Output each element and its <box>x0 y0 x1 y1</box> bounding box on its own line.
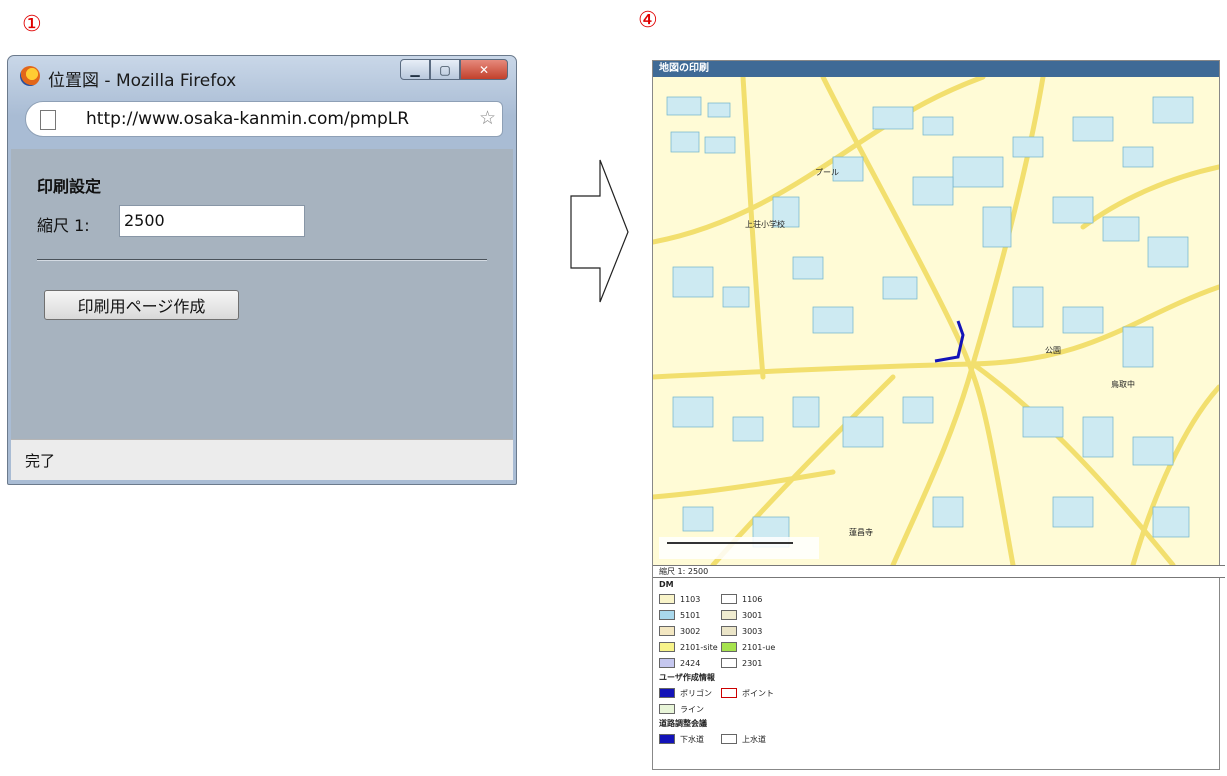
legend-item: 2424 <box>659 658 721 668</box>
maximize-icon: ▢ <box>439 62 451 77</box>
legend-swatch <box>659 610 675 620</box>
divider <box>37 259 487 261</box>
map-view[interactable]: プール 上荘小学校 公園 鳥取中 蓮昌寺 <box>653 77 1219 565</box>
legend-label: 2301 <box>742 658 763 668</box>
legend-label: 3002 <box>680 626 701 636</box>
legend-swatch <box>659 734 675 744</box>
legend-label: 1106 <box>742 594 763 604</box>
legend-item: 3003 <box>721 626 783 636</box>
legend-swatch <box>659 688 675 698</box>
map-label-temple: 蓮昌寺 <box>849 527 873 537</box>
legend-label: 3001 <box>742 610 763 620</box>
legend-item: 下水道 <box>659 734 721 745</box>
print-page-title: 地図の印刷 <box>653 61 1219 77</box>
step-marker-1: ① <box>22 12 42 37</box>
legend-swatch <box>721 610 737 620</box>
legend-item: 2101-site <box>659 642 721 652</box>
legend-header-road: 道路調整会議 <box>659 719 707 728</box>
legend-swatch <box>659 658 675 668</box>
map-label-middle-school: 鳥取中 <box>1111 379 1135 389</box>
legend-swatch <box>721 734 737 744</box>
legend-label: ポリゴン <box>680 688 712 698</box>
legend-label: 5101 <box>680 610 701 620</box>
scale-input[interactable]: 2500 <box>119 205 305 237</box>
legend-swatch <box>659 704 675 714</box>
legend-item: ライン <box>659 704 721 715</box>
legend-header-user: ユーザ作成情報 <box>659 673 715 682</box>
minimize-icon: ▁ <box>410 62 420 77</box>
legend-label: ポイント <box>742 688 774 698</box>
window-controls: ▁ ▢ ✕ <box>400 59 508 81</box>
legend-item: ポリゴン <box>659 688 721 699</box>
window-title: 位置図 - Mozilla Firefox <box>48 71 237 91</box>
scale-label: 縮尺 1: <box>37 216 90 235</box>
map-legend: DM 1103 1106 5101 3001 3002 3003 2101-si… <box>659 579 783 747</box>
legend-label: 3003 <box>742 626 763 636</box>
page-content: 印刷設定 縮尺 1: 2500 印刷用ページ作成 <box>11 149 513 439</box>
legend-swatch <box>721 688 737 698</box>
legend-item: 上水道 <box>721 734 783 745</box>
legend-label: 2101-site <box>680 642 718 652</box>
minimize-button[interactable]: ▁ <box>400 59 430 80</box>
bookmark-star-icon[interactable]: ☆ <box>479 107 496 129</box>
legend-item: 3001 <box>721 610 783 620</box>
print-scale-text: 縮尺 1: 2500 <box>653 565 1225 578</box>
print-settings-heading: 印刷設定 <box>37 177 102 196</box>
page-icon <box>40 110 56 130</box>
url-text[interactable]: http://www.osaka-kanmin.com/pmpLR <box>86 109 481 129</box>
legend-item: 2301 <box>721 658 783 668</box>
map-label-school: 上荘小学校 <box>745 219 785 229</box>
legend-label: 2101-ue <box>742 642 776 652</box>
map-label-pool: プール <box>815 168 839 177</box>
legend-item: ポイント <box>721 688 783 699</box>
legend-item: 5101 <box>659 610 721 620</box>
legend-swatch <box>659 594 675 604</box>
legend-label: 1103 <box>680 594 701 604</box>
right-arrow-icon <box>570 159 629 303</box>
create-print-page-button[interactable]: 印刷用ページ作成 <box>44 290 239 320</box>
status-bar: 完了 <box>11 439 513 480</box>
map-canvas[interactable]: プール 上荘小学校 公園 鳥取中 蓮昌寺 <box>653 77 1219 565</box>
legend-label: ライン <box>680 704 704 714</box>
firefox-logo-icon <box>20 66 40 86</box>
legend-item: 2101-ue <box>721 642 783 652</box>
print-page-preview: 地図の印刷 プール 上荘小学校 公園 鳥取中 蓮昌寺 縮尺 1: 2500 DM… <box>652 60 1225 770</box>
legend-swatch <box>659 642 675 652</box>
title-bar[interactable]: 位置図 - Mozilla Firefox ▁ ▢ ✕ <box>8 56 516 94</box>
map-label-park: 公園 <box>1045 346 1061 355</box>
close-icon: ✕ <box>478 62 490 77</box>
legend-label: 上水道 <box>742 734 766 744</box>
legend-label: 2424 <box>680 658 701 668</box>
legend-label: 下水道 <box>680 734 704 744</box>
address-bar[interactable]: http://www.osaka-kanmin.com/pmpLR ☆ <box>25 101 503 137</box>
legend-item: 1103 <box>659 594 721 604</box>
step-marker-4: ④ <box>638 8 658 33</box>
legend-item: 1106 <box>721 594 783 604</box>
legend-swatch <box>721 626 737 636</box>
close-button[interactable]: ✕ <box>460 59 508 80</box>
maximize-button[interactable]: ▢ <box>430 59 460 80</box>
legend-swatch <box>721 594 737 604</box>
status-text: 完了 <box>25 452 56 470</box>
legend-header-dm: DM <box>659 580 674 589</box>
firefox-popup-window: 位置図 - Mozilla Firefox ▁ ▢ ✕ http://www.o… <box>7 55 517 485</box>
legend-swatch <box>721 658 737 668</box>
legend-swatch <box>721 642 737 652</box>
legend-item: 3002 <box>659 626 721 636</box>
legend-swatch <box>659 626 675 636</box>
